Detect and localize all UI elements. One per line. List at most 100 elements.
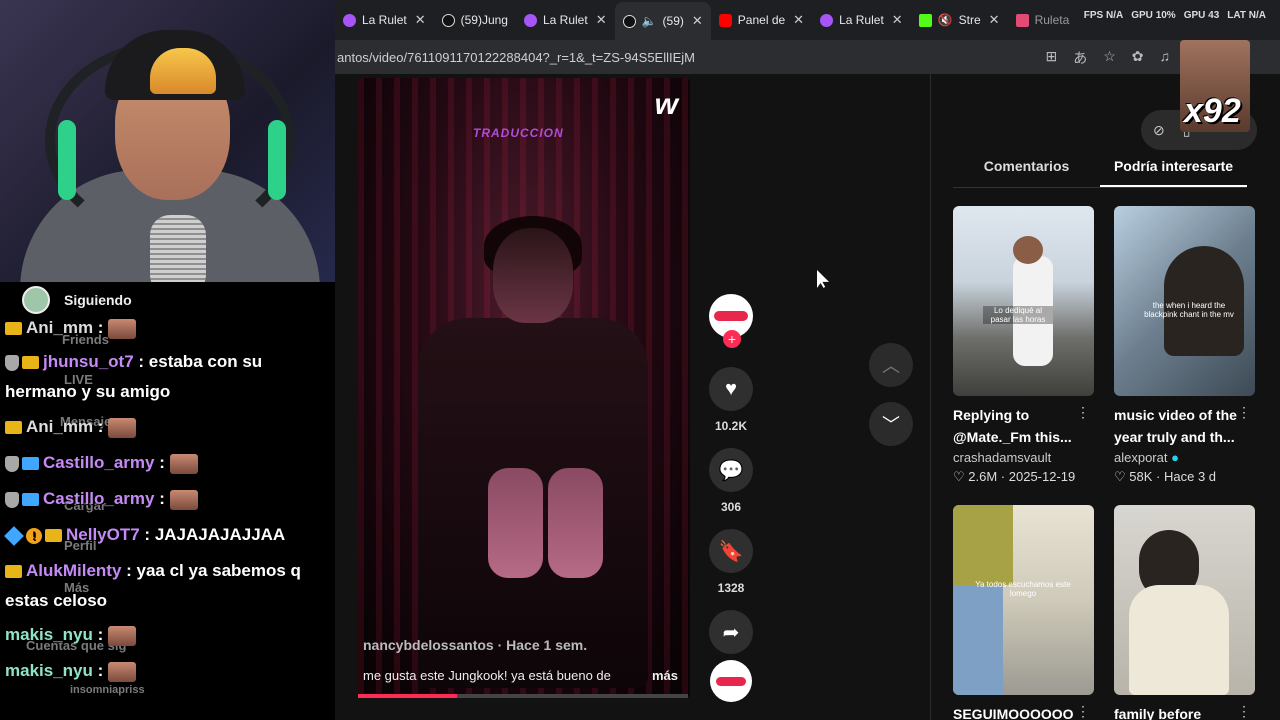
follow-plus-icon[interactable]: + [723,330,741,348]
close-icon[interactable]: ✕ [793,12,804,28]
thumbnail-caption: the when i heard the blackpink chant in … [1144,301,1234,319]
close-icon[interactable]: ✕ [415,12,426,28]
action-rail: + ♥ 10.2K 💬 306 🔖 1328 ➦ 439 [706,294,756,676]
bookmark-star-icon[interactable]: ☆ [1103,48,1116,68]
sound-disc[interactable] [710,660,752,702]
card-author[interactable]: alexporat ● [1114,450,1255,465]
tab-related[interactable]: Podría interesarte [1100,148,1247,187]
related-video-card[interactable]: Lo dediqué al pasar las horas Replying t… [953,206,1094,485]
browser-tab[interactable]: La Rulet ✕ [335,3,434,37]
browser-tab[interactable]: La Rulet ✕ [516,3,615,37]
favicon-icon [343,13,356,27]
save-count: 1328 [717,581,745,595]
gpu-temp-stat: GPU 43 [1183,10,1220,21]
thumbnail-caption: Ya todos escuchamos este lomego [975,580,1071,598]
browser-tab[interactable]: 🔇 Stre ✕ [911,3,1008,37]
tab-label: (59) [662,14,684,28]
shield-icon [5,491,19,508]
badge-icon [22,493,39,507]
tab-label: (59)Jung [460,13,508,27]
like-button[interactable]: ♥ [709,367,753,411]
install-app-icon[interactable]: ⊞ [1045,48,1057,68]
video-thumbnail[interactable]: Lo dediqué al pasar las horas [953,206,1094,396]
card-stats: ♡ 2.6M · 2025-12-19 [953,469,1076,484]
close-icon[interactable]: ✕ [892,12,903,28]
related-video-card[interactable]: the when i heard the blackpink chant in … [1114,206,1255,485]
crown-icon [5,322,22,336]
close-icon[interactable]: ✕ [596,12,607,28]
browser-tab[interactable]: La Rulet ✕ [812,3,911,37]
author-name[interactable]: nancybdelossantos [363,637,494,653]
following-label: Siguiendo [64,292,132,308]
card-title[interactable]: Replying to @Mate._Fm this... [953,404,1094,448]
video-thumbnail[interactable]: the when i heard the blackpink chant in … [1114,206,1255,396]
favicon-icon [523,13,537,27]
video-thumbnail[interactable] [1114,505,1255,695]
share-arrow-icon: ➦ [722,621,740,644]
close-icon[interactable]: ✕ [692,13,703,29]
card-author[interactable]: crashadamsvault [953,450,1094,465]
performance-stats: FPS N/A GPU 10% GPU 43 LAT N/A [1084,10,1280,21]
previous-video-button[interactable]: ︿ [869,343,913,387]
streamer-webcam [0,0,335,282]
heart-icon: ♥ [725,377,737,400]
tab-label: La Rulet [362,13,407,27]
address-bar-actions: ⊞ あ ☆ ✿ ♫ [1045,48,1170,68]
heart-outline-icon: ♡ [953,469,965,484]
video-player[interactable]: w TRADUCCION [358,78,690,698]
shield-icon [5,455,19,472]
side-tabs: Comentarios Podría interesarte [953,148,1247,188]
browser-tab-active[interactable]: 🔈 (59) ✕ [614,2,711,40]
card-title[interactable]: family before [1114,703,1255,720]
chat-message: Castillo_army : [5,448,331,478]
kick-icon [918,13,932,27]
screen: La Rulet ✕ (59)Jung La Rulet ✕ 🔈 (59) ✕ Pane… [0,0,1280,720]
crown-icon [45,529,62,543]
bookmark-icon: 🔖 [718,540,744,563]
related-video-card[interactable]: Ya todos escuchamos este lomego SEGUIMOO… [953,505,1094,720]
address-bar[interactable]: antos/video/7611091170122288404?_r=1&_t=… [335,40,1280,74]
emote-icon [169,489,198,510]
media-control-icon[interactable]: ♫ [1160,48,1171,68]
related-video-card[interactable]: family before ⋮ [1114,505,1255,720]
translate-icon[interactable]: あ [1073,48,1087,68]
fps-stat: FPS N/A [1083,10,1124,21]
creator-avatar[interactable]: + [709,294,753,348]
more-options-icon[interactable]: ⋮ [1076,404,1090,421]
video-thumbnail[interactable]: Ya todos escuchamos este lomego [953,505,1094,695]
close-icon[interactable]: ✕ [989,12,1000,28]
comment-button[interactable]: 💬 [709,448,753,492]
card-title[interactable]: SEGUIMOOOOOO [953,703,1094,720]
url-text[interactable]: antos/video/7611091170122288404?_r=1&_t=… [335,50,695,65]
emote-icon [108,417,137,438]
favicon-icon [1015,13,1029,27]
browser-tab[interactable]: (59)Jung [434,3,516,37]
video-overlay-title: TRADUCCION [473,126,564,140]
mute-icon[interactable]: 🔇 [938,13,953,27]
post-time: Hace 1 sem. [506,637,588,653]
next-video-button[interactable]: ﹀ [869,402,913,446]
browser-tab[interactable]: Ruleta [1008,3,1078,37]
more-options-icon[interactable]: ⋮ [1237,404,1251,421]
comment-count: 306 [720,500,742,514]
video-progress-bar[interactable] [358,694,688,698]
save-button[interactable]: 🔖 [709,529,753,573]
more-options-icon[interactable]: ⋮ [1076,703,1090,720]
more-options-icon[interactable]: ⋮ [1237,703,1251,720]
chat-message: jhunsu_ot7 : estaba con su hermano y su … [5,352,263,401]
card-title[interactable]: music video of the year truly and th... [1114,404,1255,448]
tiktok-icon [622,14,636,28]
gpu-stat: GPU 10% [1131,10,1176,21]
chat-message: makis_nyu : [5,620,331,650]
chat-message: makis_nyu : [5,656,331,686]
share-button[interactable]: ➦ [709,610,753,654]
speaker-icon[interactable]: 🔈 [642,14,657,28]
more-button[interactable]: más [652,668,678,683]
card-stats: ♡ 58K · Hace 3 d [1114,469,1217,484]
tab-comments[interactable]: Comentarios [953,148,1100,187]
compass-icon[interactable]: ⊘ [1153,122,1165,139]
browser-tab[interactable]: Panel de ✕ [711,3,812,37]
emote-icon [108,661,136,682]
extensions-icon[interactable]: ✿ [1132,48,1144,68]
watermark-logo: w [654,88,678,121]
